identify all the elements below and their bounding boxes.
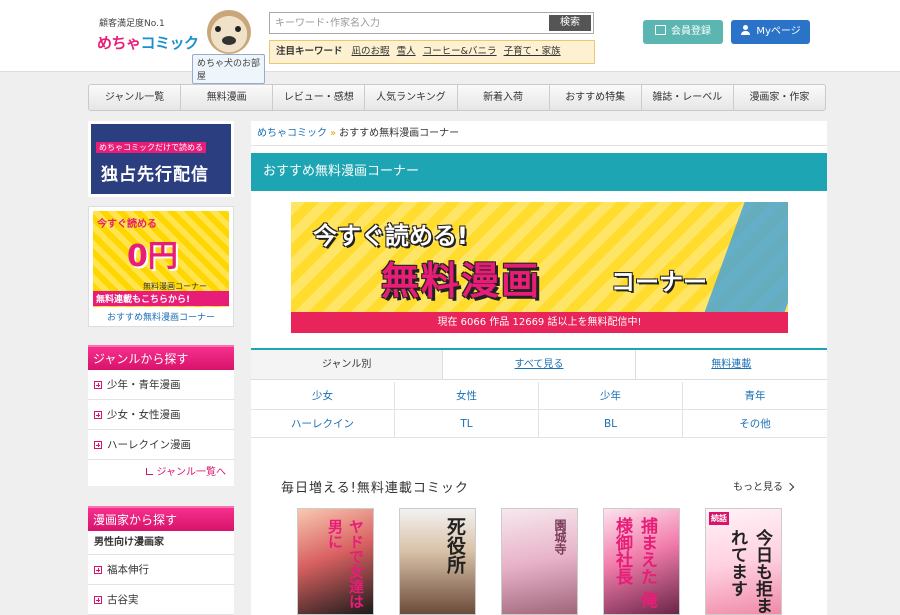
genre-link[interactable]: 少女	[251, 382, 395, 410]
search-input[interactable]	[270, 13, 550, 33]
genre-search-title: ジャンルから探す	[88, 345, 234, 370]
search-box: 検索	[269, 12, 594, 34]
exclusive-banner[interactable]: めちゃコミックだけで読める 独占先行配信	[88, 121, 234, 197]
see-more-link[interactable]: もっと見る	[733, 478, 795, 493]
arrow-icon	[145, 468, 153, 475]
breadcrumb-separator-icon: »	[330, 128, 337, 139]
free-banner-caption[interactable]: おすすめ無料漫画コーナー	[89, 310, 233, 323]
breadcrumb: めちゃコミック» おすすめ無料漫画コーナー	[251, 121, 827, 146]
tab-see-all[interactable]: すべて見る	[443, 350, 636, 379]
trending-keywords: 注目キーワード 凪のお暇 雪人 コーヒー&バニラ 子育て・家族	[269, 40, 595, 64]
genre-grid: 少女 女性 少年 青年 ハーレクイン TL BL その他	[251, 382, 827, 438]
search-button[interactable]: 検索	[549, 15, 591, 31]
hero-line1: 今すぐ読める!	[313, 222, 468, 250]
comic-cover[interactable]: 捕まえた 俺様御社長	[603, 508, 680, 615]
comic-cover[interactable]: 死役所	[399, 508, 476, 615]
keyword-link[interactable]: 雪人	[397, 46, 416, 57]
comic-cover-list: ヤドで女達は男に 死役所 園城寺 捕まえた 俺様御社長 続話今日も拒まれてます	[297, 508, 782, 615]
author-search-box: 漫画家から探す 男性向け漫画家 福本伸行 古谷実	[88, 506, 234, 615]
genre-link[interactable]: 女性	[395, 382, 539, 410]
keywords-label: 注目キーワード	[276, 46, 343, 57]
plus-icon	[94, 566, 102, 574]
cover-title: 捕まえた 俺様御社長	[612, 517, 657, 608]
nav-features[interactable]: おすすめ特集	[550, 85, 642, 110]
global-nav: ジャンル一覧 無料漫画 レビュー・感想 人気ランキング 新着入荷 おすすめ特集 …	[88, 84, 826, 111]
site-header: 顧客満足度No.1 めちゃコミック めちゃ犬のお部屋 検索 注目キーワード 凪の…	[0, 0, 900, 84]
section-title: 毎日増える!無料連載コミック	[281, 481, 469, 496]
dog-mascot-icon	[207, 10, 251, 54]
keyword-link[interactable]: 凪のお暇	[352, 46, 390, 57]
author-item[interactable]: 福本伸行	[88, 555, 234, 585]
site-logo[interactable]: 顧客満足度No.1 めちゃコミック めちゃ犬のお部屋	[95, 10, 265, 84]
genre-item[interactable]: 少年・青年漫画	[88, 370, 234, 400]
author-search-title: 漫画家から探す	[88, 506, 234, 531]
breadcrumb-home[interactable]: めちゃコミック	[257, 128, 327, 139]
free-corner-banner[interactable]: 今すぐ読める 0円 無料漫画コーナー 無料連載もこちらから! おすすめ無料漫画コ…	[88, 206, 234, 327]
genre-link[interactable]: 少年	[539, 382, 683, 410]
plus-icon	[94, 596, 102, 604]
nav-reviews[interactable]: レビュー・感想	[273, 85, 366, 110]
tab-free-serial[interactable]: 無料連載	[636, 350, 827, 379]
main-content: めちゃコミック» おすすめ無料漫画コーナー おすすめ無料漫画コーナー 今すぐ読める…	[251, 121, 827, 615]
nav-authors[interactable]: 漫画家・作家	[734, 85, 825, 110]
nav-free-manga[interactable]: 無料漫画	[181, 85, 274, 110]
comic-cover[interactable]: 園城寺	[501, 508, 578, 615]
nav-genre-list[interactable]: ジャンル一覧	[89, 85, 182, 110]
free-banner-zero: 0円	[127, 239, 178, 274]
comic-cover[interactable]: ヤドで女達は男に	[297, 508, 374, 615]
free-banner-top: 今すぐ読める	[97, 219, 157, 230]
page-title: おすすめ無料漫画コーナー	[251, 153, 827, 191]
logo-tagline: 顧客満足度No.1	[99, 19, 165, 29]
genre-link[interactable]: TL	[395, 410, 539, 438]
breadcrumb-current: おすすめ無料漫画コーナー	[339, 128, 460, 139]
genre-link[interactable]: BL	[539, 410, 683, 438]
genre-item[interactable]: 少女・女性漫画	[88, 400, 234, 430]
comic-cover[interactable]: 続話今日も拒まれてます	[705, 508, 782, 615]
keyword-link[interactable]: コーヒー&バニラ	[423, 46, 497, 57]
cover-title: 死役所	[444, 517, 466, 574]
hero-line3: コーナー	[611, 268, 707, 296]
free-corner-hero: 今すぐ読める! 無料漫画 コーナー 現在 6066 作品 12669 話以上を無…	[291, 202, 788, 333]
register-button[interactable]: 会員登録	[643, 20, 723, 44]
genre-link[interactable]: ハーレクイン	[251, 410, 395, 438]
logo-brand: めちゃコミック	[97, 34, 199, 52]
genre-link[interactable]: その他	[683, 410, 827, 438]
keyword-link[interactable]: 子育て・家族	[504, 46, 561, 57]
author-subhead: 男性向け漫画家	[88, 531, 234, 555]
cover-title: 園城寺	[553, 519, 567, 555]
genre-list-link[interactable]: ジャンル一覧へ	[88, 460, 234, 486]
author-item[interactable]: 古谷実	[88, 585, 234, 615]
mypage-button[interactable]: Myページ	[731, 20, 810, 44]
nav-new-arrivals[interactable]: 新着入荷	[458, 85, 550, 110]
tab-by-genre[interactable]: ジャンル別	[251, 350, 444, 379]
exclusive-banner-main: 独占先行配信	[101, 165, 209, 185]
free-banner-red: 無料連載もこちらから!	[93, 291, 229, 306]
genre-item[interactable]: ハーレクイン漫画	[88, 430, 234, 460]
edit-icon	[655, 25, 666, 35]
cover-badge: 続話	[709, 512, 729, 525]
plus-icon	[94, 441, 102, 449]
plus-icon	[94, 381, 102, 389]
exclusive-banner-top: めちゃコミックだけで読める	[96, 142, 206, 153]
hero-line2: 無料漫画	[381, 259, 542, 303]
cover-title: 今日も拒まれてます	[727, 529, 772, 614]
nav-ranking[interactable]: 人気ランキング	[365, 85, 458, 110]
chevron-right-icon	[785, 482, 795, 492]
genre-search-box: ジャンルから探す 少年・青年漫画 少女・女性漫画 ハーレクイン漫画 ジャンル一覧…	[88, 345, 234, 486]
filter-tabs: ジャンル別 すべて見る 無料連載	[251, 348, 827, 380]
hero-status: 現在 6066 作品 12669 話以上を無料配信中!	[291, 312, 788, 333]
nav-magazines[interactable]: 雑誌・レーベル	[642, 85, 734, 110]
dog-room-link[interactable]: めちゃ犬のお部屋	[192, 54, 265, 84]
user-icon	[740, 25, 751, 35]
cover-title: ヤドで女達は男に	[326, 519, 365, 609]
plus-icon	[94, 411, 102, 419]
genre-link[interactable]: 青年	[683, 382, 827, 410]
